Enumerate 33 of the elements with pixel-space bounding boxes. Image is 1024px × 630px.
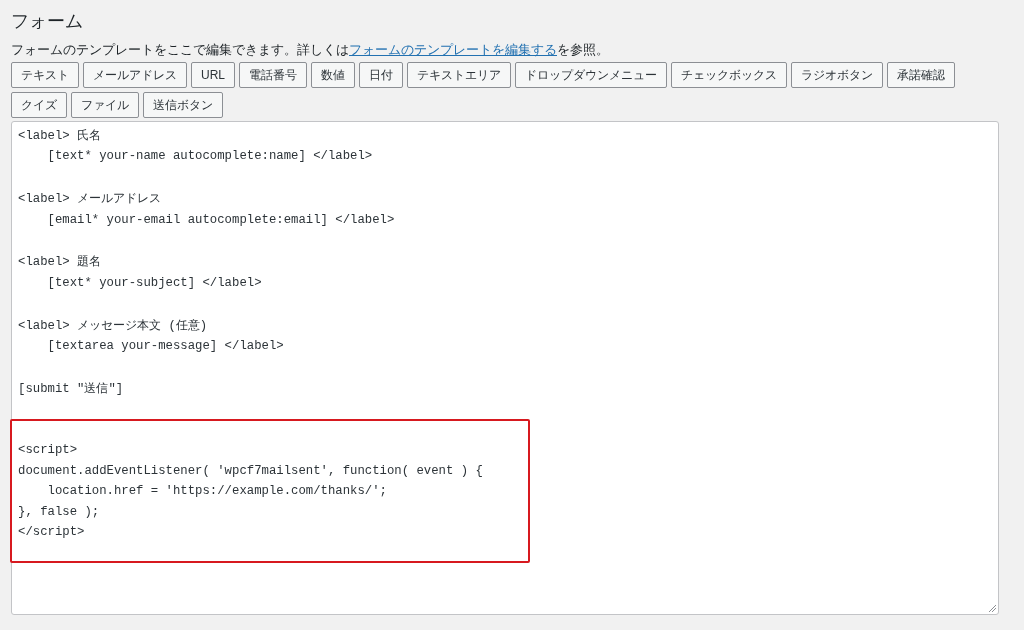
tag-generator-button[interactable]: 数値 (311, 62, 355, 88)
code-line: [submit "送信"] (18, 381, 124, 396)
tag-generator-button[interactable]: メールアドレス (83, 62, 187, 88)
code-line: <label> 氏名 (18, 129, 102, 143)
tag-generator-button[interactable]: テキストエリア (407, 62, 511, 88)
code-line: [text* your-subject] </label> (46, 275, 262, 290)
code-line: document.addEventListener( 'wpcf7mailsent', function( event ) { (18, 463, 483, 478)
code-line: <script> (18, 443, 78, 458)
tag-generator-button[interactable]: 電話番号 (239, 62, 307, 88)
code-line: [textarea your-message] </label> (46, 338, 284, 353)
page-title: フォーム (11, 10, 83, 33)
form-template-editor[interactable] (11, 121, 999, 615)
tag-generator-button[interactable]: ラジオボタン (791, 62, 883, 88)
tag-generator-button[interactable]: チェックボックス (671, 62, 787, 88)
tag-generator-button[interactable]: URL (191, 62, 235, 88)
tag-generator-button[interactable]: 送信ボタン (143, 92, 223, 118)
code-line: <label> メッセージ本文 (任意) (18, 318, 208, 333)
tag-generator-button[interactable]: テキスト (11, 62, 79, 88)
tag-generator-button[interactable]: 承諾確認 (887, 62, 955, 88)
code-line: }, false ); (18, 504, 100, 519)
code-line: [text* your-name autocomplete:name] </label> (46, 149, 373, 164)
tag-generator-button[interactable]: クイズ (11, 92, 67, 118)
template-help-link[interactable]: フォームのテンプレートを編集する (349, 42, 557, 57)
description-text: フォームのテンプレートをここで編集できます。詳しくはフォームのテンプレートを編集するを参照。 (11, 41, 609, 59)
code-line: </script> (18, 525, 85, 540)
tag-generator-button[interactable]: ファイル (71, 92, 139, 118)
code-line: location.href = 'https://example.com/thanks/'; (46, 484, 387, 499)
code-line: [email* your-email autocomplete:email] </label> (46, 212, 395, 227)
code-line: <label> 題名 (18, 255, 102, 270)
tag-generator-button[interactable]: 日付 (359, 62, 403, 88)
resize-handle-icon[interactable] (988, 604, 996, 612)
tag-generator-button[interactable]: ドロップダウンメニュー (515, 62, 667, 88)
code-line: <label> メールアドレス (18, 192, 162, 207)
